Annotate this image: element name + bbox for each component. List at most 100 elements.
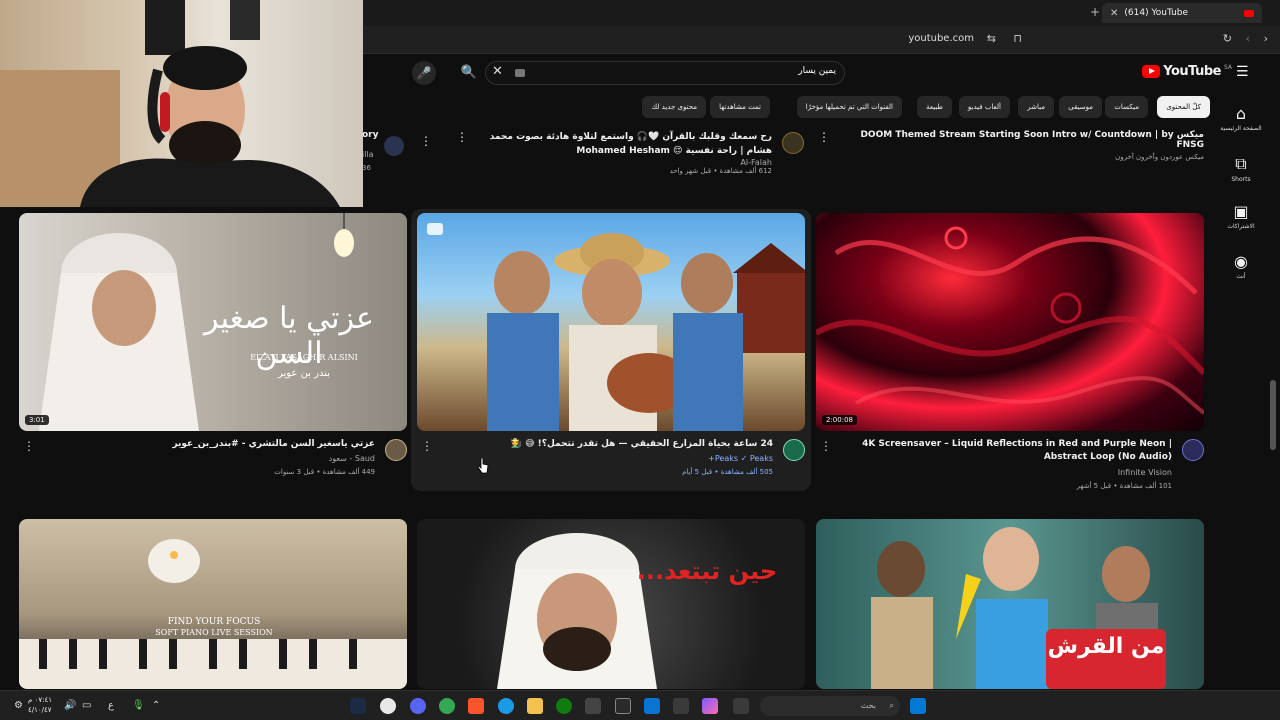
channel-avatar[interactable] [782,132,804,154]
more-actions-icon[interactable]: ⋮ [420,134,432,148]
chip-recently-uploaded[interactable]: الفنوات التي تم تحميلها مؤخرًا [796,96,902,118]
app-icon[interactable] [585,698,601,714]
chrome-icon[interactable] [439,698,455,714]
video-title[interactable]: عزتي ياسغير السن مالتشري - #بندر_بن_عوير [55,438,375,451]
chip-live[interactable]: مباشر [1018,96,1054,118]
video-meta: عزتي ياسغير السن مالتشري - #بندر_بن_عوير… [19,431,407,491]
thumbnail-line2: SOFT PIANO LIVE SESSION [155,628,273,637]
youtube-favicon-icon [1244,9,1254,17]
keyboard-icon[interactable] [515,69,525,77]
clock[interactable]: ٠٧:٤١ م ٤/١٠/٤٧ [28,695,52,715]
video-card[interactable]: FIND YOUR FOCUS SOFT PIANO LIVE SESSION [19,519,407,689]
nav-subscriptions[interactable]: ▣ الاشتراكات [1216,202,1266,230]
video-title[interactable]: ory [362,130,379,140]
channel-name[interactable]: Infinite Vision [1118,468,1172,477]
browser-tab[interactable]: ✕ (614) YouTube [1102,3,1262,23]
task-view-icon[interactable] [733,698,749,714]
video-title[interactable]: رح سمعك وقلبك بالقرآن 🤍🎧 واستمع لتلاوة ه… [468,130,772,158]
video-card-partial[interactable]: ميكس DOOM Themed Stream Starting Soon In… [818,130,1204,161]
network-icon[interactable]: ▭ [82,700,91,711]
chip-new-to-you[interactable]: محتوى جديد لك [642,96,706,118]
channel-name[interactable]: Saud - سعود [329,454,375,463]
chip-nature[interactable]: طبيعة [917,96,952,118]
chip-mixes[interactable]: ميكسات [1105,96,1148,118]
video-thumbnail[interactable]: 2:00:08 [816,213,1204,431]
nav-home[interactable]: ⌂ الصفحة الرئيسية [1216,104,1266,132]
channel-name[interactable]: illa [362,150,374,159]
close-tab-icon[interactable]: ✕ [1110,8,1118,19]
chip-all[interactable]: كلّ المحتوى [1157,96,1210,118]
video-thumbnail[interactable]: حين تبتعد... [417,519,805,689]
video-card-partial[interactable]: رح سمعك وقلبك بالقرآن 🤍🎧 واستمع لتلاوة ه… [456,130,804,175]
settings-tray-icon[interactable]: ⚙ [14,700,23,711]
channel-avatar[interactable] [1182,439,1204,461]
volume-icon[interactable]: 🔊 [64,700,76,711]
video-card[interactable]: 24 ساعة بحياة المزارع الحقيقي — هل تقدر … [417,213,805,491]
more-actions-icon[interactable]: ⋮ [23,439,35,453]
xbox-icon[interactable] [556,698,572,714]
youtube-logo[interactable]: YouTube SA [1142,64,1232,79]
channel-avatar[interactable] [384,136,404,156]
file-explorer-icon[interactable] [527,698,543,714]
site-settings-icon[interactable]: ⇆ [987,32,996,45]
steam-icon[interactable] [350,698,366,714]
chip-gaming[interactable]: ألعاب فيديو [958,96,1010,118]
copilot-icon[interactable] [702,698,718,714]
video-card[interactable]: من القرش [816,519,1204,689]
search-box[interactable]: يمين يسار [485,61,845,85]
chip-music[interactable]: موسيقى [1059,96,1102,118]
channel-avatar[interactable] [783,439,805,461]
app-icon[interactable] [644,698,660,714]
video-thumbnail[interactable]: FIND YOUR FOCUS SOFT PIANO LIVE SESSION [19,519,407,689]
reload-icon[interactable]: ↻ [1223,32,1232,45]
channel-name[interactable]: Al-Falah [468,158,772,167]
chip-watched[interactable]: تمت مشاهدتها [710,96,770,118]
more-actions-icon[interactable]: ⋮ [820,439,832,453]
more-actions-icon[interactable]: ⋮ [421,439,433,453]
voice-search-icon[interactable]: 🎤 [412,61,436,85]
search-button[interactable]: 🔍 [455,61,483,85]
video-thumbnail[interactable] [417,213,805,431]
video-title[interactable]: 24 ساعة بحياة المزارع الحقيقي — هل تقدر … [453,438,773,451]
nav-you[interactable]: ◉ أنت [1216,252,1266,280]
language-indicator[interactable]: ع [108,700,114,711]
nav-label: الاشتراكات [1227,223,1255,230]
url-field[interactable]: youtube.com [908,33,974,44]
more-actions-icon[interactable]: ⋮ [456,130,468,144]
edge-icon[interactable] [498,698,514,714]
channel-avatar[interactable] [385,439,407,461]
obs-icon[interactable] [380,698,396,714]
back-icon[interactable]: ‹ [1246,32,1250,45]
more-actions-icon[interactable]: ⋮ [818,130,830,144]
app-icon[interactable] [615,698,631,714]
mic-tray-icon[interactable]: 🎙 [132,700,145,711]
video-thumbnail[interactable]: عزتي يا صغير السن EIZATI YASAGHIR ALSINI… [19,213,407,431]
app-icon[interactable] [673,698,689,714]
forward-icon[interactable]: › [1264,32,1268,45]
brave-icon[interactable] [468,698,484,714]
start-icon[interactable] [910,698,926,714]
video-card[interactable]: حين تبتعد... [417,519,805,689]
channel-name[interactable]: Peaks ✓ Peaks+ [708,454,773,463]
scrollbar[interactable] [1270,380,1276,450]
thumbnail-artist: بندر بن عوير [277,368,331,379]
search-input[interactable]: يمين يسار [798,66,836,76]
discord-icon[interactable] [410,698,426,714]
video-thumbnail[interactable]: من القرش [816,519,1204,689]
bookmark-icon[interactable]: ⊓ [1013,32,1022,45]
new-tab-icon[interactable]: + [1090,5,1100,19]
nav-label: أنت [1236,273,1246,280]
webcam-overlay [0,0,363,207]
video-card[interactable]: 2:00:08 4K Screensaver – Liquid Reflecti… [816,213,1204,491]
video-meta: 4K Screensaver – Liquid Reflections in R… [816,431,1204,491]
video-title[interactable]: ميكس DOOM Themed Stream Starting Soon In… [854,130,1204,150]
clear-search-icon[interactable]: ✕ [492,64,503,79]
menu-icon[interactable]: ☰ [1236,64,1250,80]
nav-shorts[interactable]: ⧉ Shorts [1216,154,1266,183]
show-hidden-icons-icon[interactable]: ⌃ [152,700,160,711]
video-title[interactable]: 4K Screensaver – Liquid Reflections in R… [852,438,1172,464]
duration-badge: 2:00:08 [822,415,857,425]
channel-name[interactable]: ميكس عوردون وآخرون آخرون [854,153,1204,161]
video-card[interactable]: عزتي يا صغير السن EIZATI YASAGHIR ALSINI… [19,213,407,491]
taskbar-search[interactable]: بحث ⌕ [760,696,900,716]
